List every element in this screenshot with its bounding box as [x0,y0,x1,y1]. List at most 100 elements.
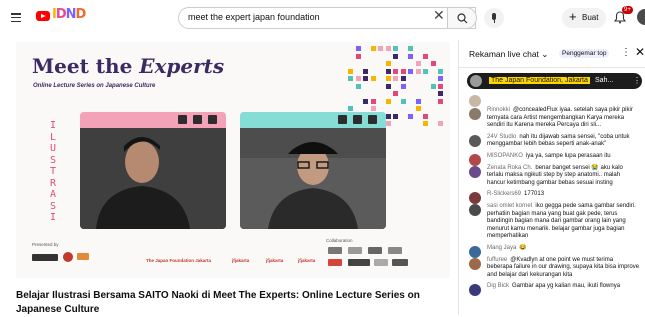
youtube-logo[interactable] [36,11,50,21]
speaker-left-video [80,128,226,229]
top-fans-filter[interactable]: Penggemar top [559,49,610,58]
chat-message[interactable]: R-Slickers69 177013 [459,189,645,205]
collab-logo [348,259,370,266]
vertical-letter: S [49,154,57,166]
search-button[interactable] [447,7,477,29]
chat-message[interactable]: sasi omlet kornet iko gegga pede sama gam… [459,201,645,243]
menu-icon[interactable] [11,13,21,23]
chat-message[interactable]: Dig Bick Gambar apa yg kalian mau, ikuti … [459,281,645,297]
confetti-dot [415,106,421,111]
confetti-dot [385,83,391,89]
video-banner-title: Meet the Experts [32,54,224,78]
presented-by-label: Presented by [32,242,59,247]
chat-message[interactable]: Rinnokki @concealedFlux iyaa. setelah say… [459,105,645,132]
search-input[interactable]: meet the expert japan foundation [178,7,476,29]
minimize-icon [338,115,347,124]
confetti-dot [393,113,398,119]
confetti-dot [415,61,421,66]
chat-text: Gambar apa yg kalian mau, ikuti flownya [512,283,621,290]
minimize-icon [178,115,187,124]
collaboration-label: Collaboration [326,238,353,243]
close-icon [208,115,217,124]
pinned-message[interactable]: The Japan Foundation, Jakarta Sah... ⋮ [467,73,642,89]
maximize-icon [353,115,362,124]
close-icon [368,115,377,124]
chat-header: Rekaman live chat ⌄ Penggemar top ⋮ ✕ [459,40,645,68]
footer-link-3: jfjakarta [298,258,316,263]
vertical-letter: L [49,131,57,143]
confetti-dot [408,46,413,51]
video-banner-subtitle: Online Lecture Series on Japanese Cultur… [33,83,156,89]
notification-badge: 9+ [622,6,633,14]
confetti-dot [430,61,436,66]
chat-message[interactable]: MISOPANKO iya ya, sampe lupa perasaan itu [459,151,645,166]
chat-message[interactable]: Mang Jaya 😂 [459,243,645,258]
doodle-logo[interactable]: IDND [52,7,86,22]
close-chat-icon[interactable]: ✕ [635,46,645,58]
speaker-panel-left [80,112,226,229]
plus-icon: + [569,9,577,24]
confetti-dot [408,68,413,74]
confetti-dot [400,68,406,74]
pinned-author: The Japan Foundation, Jakarta [489,76,590,84]
confetti-dot [370,46,376,51]
collab-logo [374,259,388,266]
top-bar: IDND meet the expert japan foundation ✕ … [0,0,645,36]
chat-author: 24V Studio [487,133,517,140]
more-options-icon[interactable]: ⋮ [621,48,631,58]
confetti-dot [415,98,421,104]
chat-message[interactable]: 24V Studio nah itu dijawab sama sensei, "… [459,132,645,151]
footer-link-1: jfjakarta [232,258,250,263]
search-icon [457,13,468,24]
chat-author: fuffuree [487,256,508,263]
collab-logo [328,259,342,266]
microphone-icon[interactable] [484,8,504,28]
chat-message-list: Rinnokki @concealedFlux iyaa. setelah say… [459,92,645,297]
video-player[interactable]: Meet the Experts Online Lecture Series o… [16,42,450,278]
collab-logo [388,247,402,254]
confetti-dot [363,68,368,74]
confetti-dot [385,46,391,51]
chat-message[interactable]: fuffuree @Kvadlyn at one point we must te… [459,255,645,282]
confetti-dot [430,83,436,89]
footer-link-2: jfjakarta [266,258,284,263]
confetti-dot [385,68,391,74]
collab-logo [392,259,408,266]
video-title[interactable]: Belajar Ilustrasi Bersama SAITO Naoki di… [16,289,450,317]
confetti-dot [408,113,413,119]
confetti-dot [393,53,398,59]
banner-title-text: Meet the [32,54,140,78]
japan-foundation-logo [32,254,58,261]
confetti-dot [438,83,443,89]
chat-text: 😂 [519,244,527,251]
pinned-text: Sah... [595,77,614,84]
pinned-options-icon[interactable]: ⋮ [633,76,641,85]
confetti-dot [438,121,443,126]
sponsor-logo [63,252,73,262]
chat-text: 177013 [524,191,545,198]
vertical-letter: T [49,166,57,177]
chat-author-avatar [469,203,481,216]
vertical-letter: I [49,120,57,131]
confetti-dot [363,98,368,104]
confetti-dot [438,91,443,96]
chat-author-avatar [469,165,481,178]
account-avatar[interactable] [637,9,645,25]
confetti-dot [355,53,361,59]
chat-mode-dropdown[interactable]: Rekaman live chat ⌄ [469,49,548,60]
chat-message[interactable] [459,92,645,107]
sponsor-logo [77,253,89,260]
chat-author: sasi omlet kornet [487,202,533,209]
pinned-author-avatar [470,75,482,87]
confetti-dot [363,76,368,81]
confetti-dot [385,76,391,81]
confetti-dot [393,91,398,96]
chat-text: iya ya, sampe lupa perasaan itu [525,152,611,159]
vertical-letter: R [49,177,57,189]
chat-message[interactable]: Zenata Roka Ch. benar banget sensei 😭 aku… [459,163,645,190]
banner-title-italic: Experts [139,54,225,78]
confetti-dot [385,98,391,104]
chat-author: Dig Bick [487,283,510,290]
clear-search-icon[interactable]: ✕ [433,8,445,22]
create-button[interactable]: + Buat [562,8,606,28]
